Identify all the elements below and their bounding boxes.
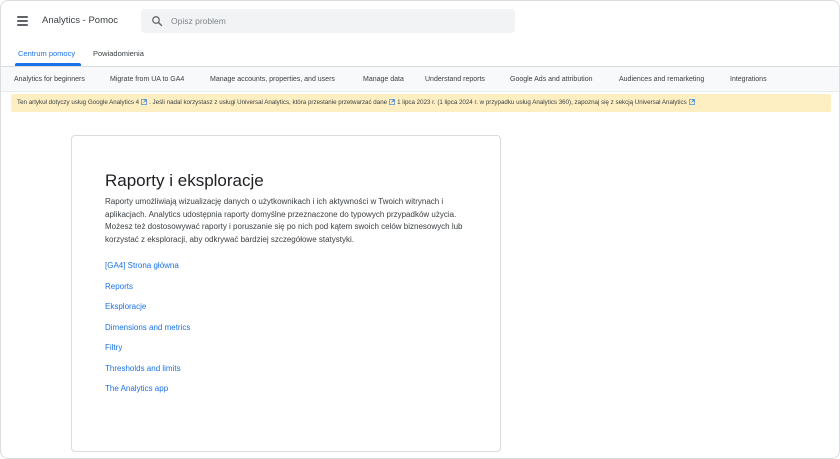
help-page: Analytics - Pomoc Centrum pomocy Powiado… <box>0 0 840 459</box>
active-tab-indicator <box>15 63 81 66</box>
topic-integrations[interactable]: Integrations <box>730 76 767 83</box>
link-analytics-app[interactable]: The Analytics app <box>105 384 168 393</box>
link-explorations[interactable]: Eksploracje <box>105 302 146 311</box>
topic-manage-accounts[interactable]: Manage accounts, properties, and users <box>210 76 335 83</box>
topic-understand-reports[interactable]: Understand reports <box>425 76 485 83</box>
page-description: Raporty umożliwiają wizualizację danych … <box>105 197 463 244</box>
tab-help-center[interactable]: Centrum pomocy <box>18 49 75 58</box>
page-title: Raporty i eksploracje <box>105 171 264 190</box>
topic-manage-data[interactable]: Manage data <box>363 76 404 83</box>
link-thresholds-limits[interactable]: Thresholds and limits <box>105 364 181 373</box>
tab-notifications[interactable]: Powiadomienia <box>93 49 144 58</box>
topic-migrate-ua-ga4[interactable]: Migrate from UA to GA4 <box>110 76 184 83</box>
notice-text: Ten artykuł dotyczy usług Google Analyti… <box>17 99 697 106</box>
app-title: Analytics - Pomoc <box>42 15 119 26</box>
external-link-icon[interactable] <box>389 99 395 105</box>
external-link-icon[interactable] <box>141 99 147 105</box>
topic-analytics-for-beginners[interactable]: Analytics for beginners <box>14 76 85 83</box>
notice-part-3: 1 lipca 2023 r. (1 lipca 2024 r. w przyp… <box>397 99 687 106</box>
link-reports[interactable]: Reports <box>105 282 133 291</box>
topic-audiences-remarketing[interactable]: Audiences and remarketing <box>619 76 704 83</box>
content-card: Raporty i eksploracje Raporty umożliwiaj… <box>71 135 501 452</box>
search-icon[interactable] <box>151 15 163 27</box>
tab-bar: Centrum pomocy Powiadomienia <box>1 41 839 67</box>
search-input[interactable] <box>171 12 501 30</box>
external-link-icon[interactable] <box>688 99 695 105</box>
menu-icon[interactable] <box>13 11 33 31</box>
search-bar[interactable] <box>141 9 515 33</box>
link-filters[interactable]: Filtry <box>105 343 122 352</box>
link-ga4-home[interactable]: [GA4] Strona główna <box>105 261 179 270</box>
notice-banner: Ten artykuł dotyczy usług Google Analyti… <box>11 94 831 112</box>
header: Analytics - Pomoc <box>1 1 839 41</box>
notice-part-1: Ten artykuł dotyczy usług Google Analyti… <box>17 99 140 106</box>
notice-part-2: . Jeśli nadal korzystasz z usługi Univer… <box>149 99 388 106</box>
topic-nav: Analytics for beginners Migrate from UA … <box>1 67 839 92</box>
topic-google-ads-attribution[interactable]: Google Ads and attribution <box>510 76 593 83</box>
link-dimensions-metrics[interactable]: Dimensions and metrics <box>105 323 190 332</box>
